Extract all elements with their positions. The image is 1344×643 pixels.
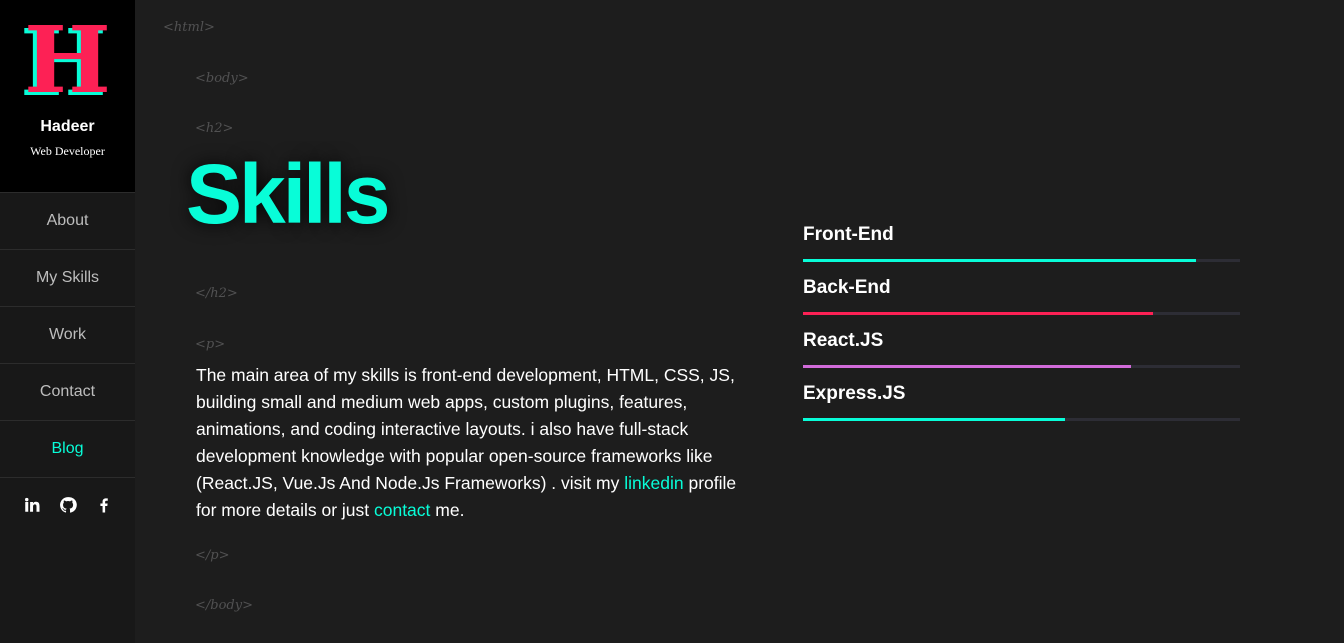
page-title: Skills [186, 147, 390, 241]
skill-react-js: React.JS [803, 330, 1240, 383]
nav-item-work[interactable]: Work [0, 307, 135, 364]
skill-bar-fill [803, 259, 1197, 262]
tag-html-open: <html> [163, 20, 215, 35]
skill-bar-fill [803, 365, 1131, 368]
skill-front-end: Front-End [803, 224, 1240, 277]
linkedin-icon[interactable] [23, 496, 41, 514]
nav-item-blog[interactable]: Blog [0, 421, 135, 478]
tag-p-open: <p> [195, 337, 226, 352]
logo-mark: H H [20, 0, 113, 114]
skill-bar-fill [803, 418, 1066, 421]
tag-h2-open: <h2> [195, 121, 234, 136]
tag-body-close: </body> [195, 598, 253, 613]
tag-h2-close: </h2> [195, 286, 238, 301]
brand-name: Hadeer [40, 118, 95, 135]
brand-logo[interactable]: H H Hadeer Web Developer [0, 0, 135, 193]
github-icon[interactable] [59, 496, 77, 514]
skill-bar [803, 418, 1240, 421]
skill-back-end: Back-End [803, 277, 1240, 330]
nav-item-my-skills[interactable]: My Skills [0, 250, 135, 307]
sidebar: H H Hadeer Web Developer About My Skills… [0, 0, 135, 643]
brand-subtitle: Web Developer [30, 144, 105, 158]
linkedin-link[interactable]: linkedin [624, 473, 683, 493]
tag-body-open: <body> [195, 71, 249, 86]
skill-express-js: Express.JS [803, 383, 1240, 436]
logo-letter: H [24, 6, 111, 114]
skill-bar [803, 259, 1240, 262]
facebook-icon[interactable] [95, 496, 113, 514]
skills-list: Front-End Back-End React.JS Express.JS [803, 224, 1240, 436]
social-links [0, 496, 135, 514]
nav-item-contact[interactable]: Contact [0, 364, 135, 421]
skills-intro: The main area of my skills is front-end … [196, 362, 756, 524]
main-nav: About My Skills Work Contact Blog [0, 193, 135, 478]
skill-bar-fill [803, 312, 1153, 315]
skill-name: Express.JS [803, 383, 906, 404]
contact-link[interactable]: contact [374, 500, 430, 520]
skill-name: React.JS [803, 330, 884, 351]
skill-name: Back-End [803, 277, 891, 298]
intro-text-3: me. [430, 500, 465, 520]
skill-name: Front-End [803, 224, 894, 245]
nav-item-about[interactable]: About [0, 193, 135, 250]
skill-bar [803, 365, 1240, 368]
skill-bar [803, 312, 1240, 315]
tag-p-close: </p> [195, 548, 230, 563]
